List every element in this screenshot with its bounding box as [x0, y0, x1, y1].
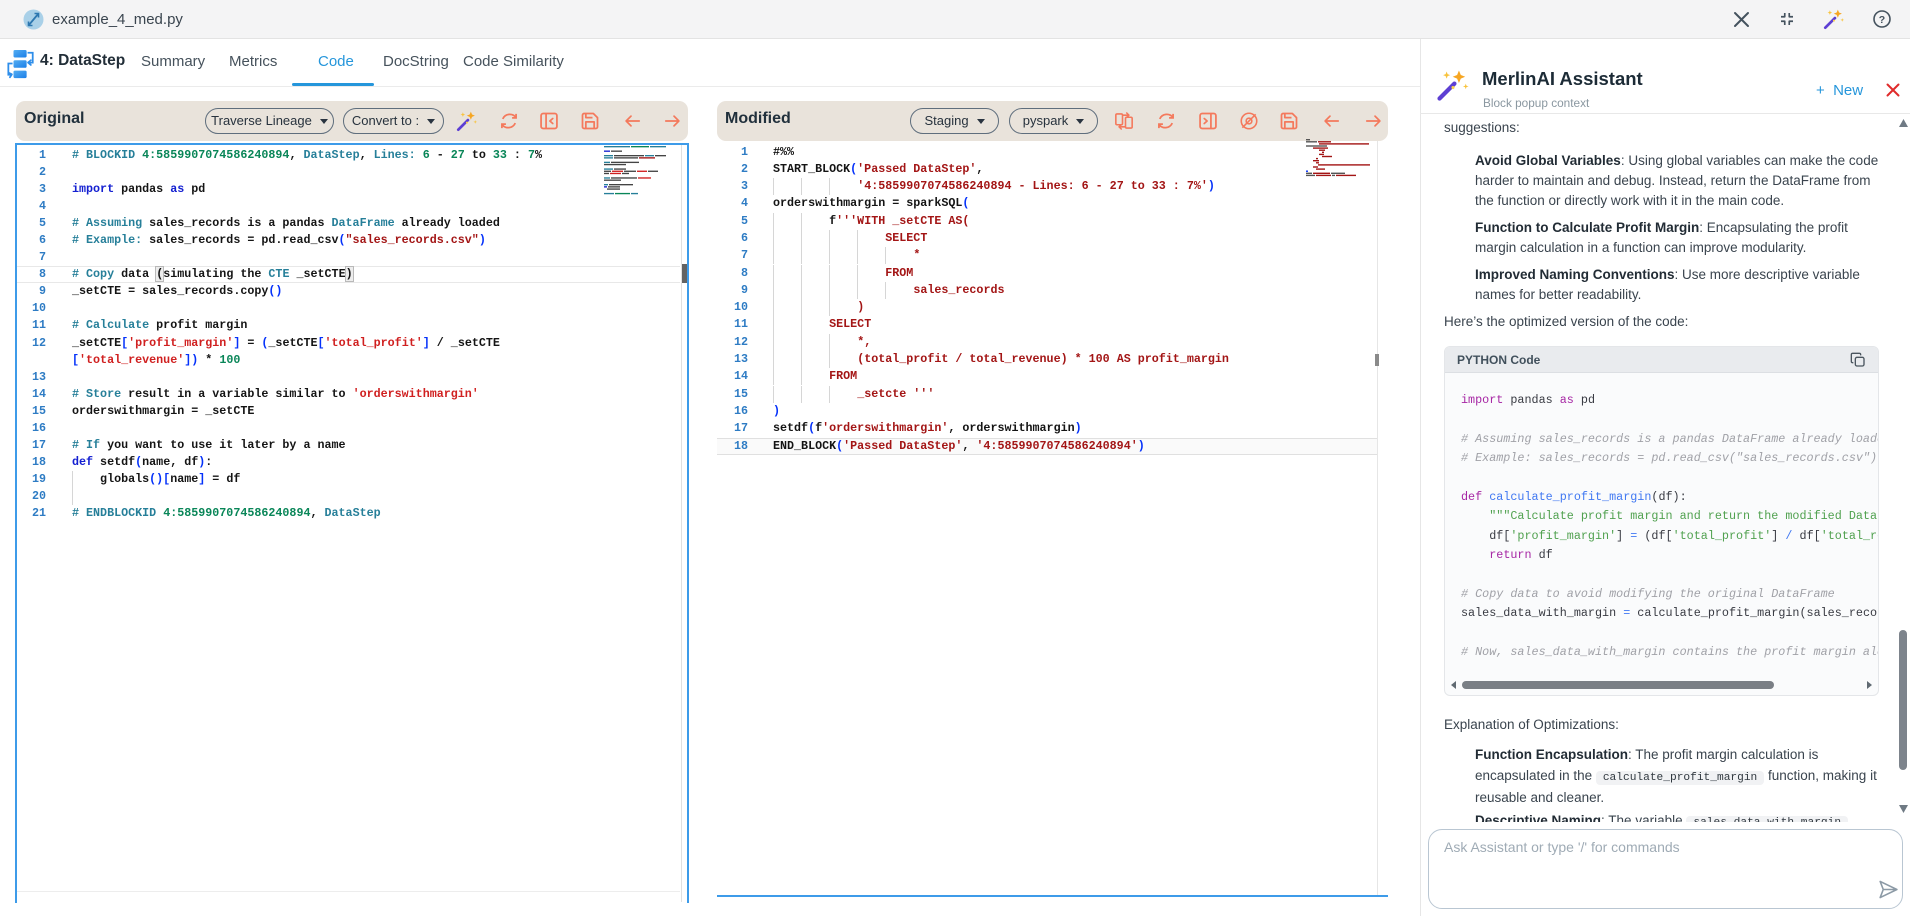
svg-text:?: ?	[1879, 14, 1885, 26]
